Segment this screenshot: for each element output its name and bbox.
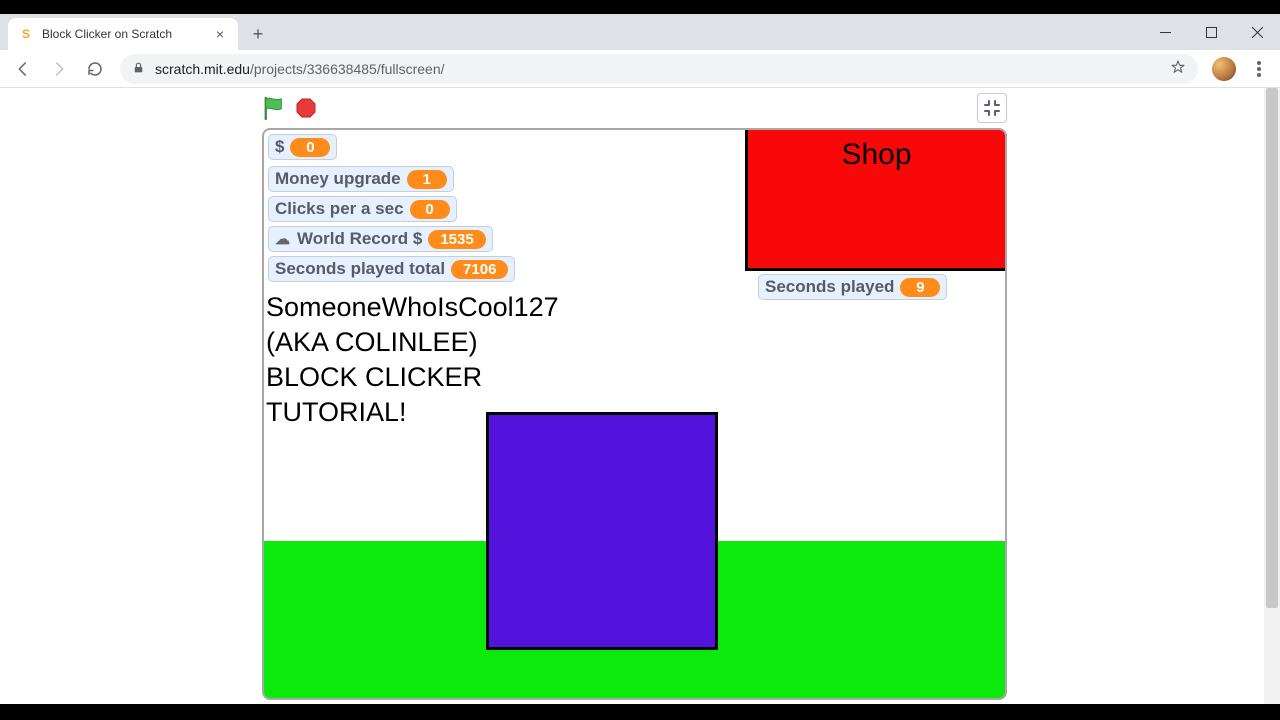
lock-icon — [132, 61, 145, 77]
url-text: scratch.mit.edu/projects/336638485/fulls… — [155, 61, 445, 77]
tab-title: Block Clicker on Scratch — [42, 27, 212, 41]
reload-button[interactable] — [78, 54, 112, 84]
browser-tab[interactable]: S Block Clicker on Scratch × — [8, 18, 238, 50]
profile-avatar[interactable] — [1212, 57, 1236, 81]
close-window-button[interactable] — [1234, 17, 1280, 47]
browser-menu-button[interactable] — [1244, 61, 1274, 77]
monitor-clicks-per-sec[interactable]: Clicks per a sec 0 — [268, 196, 457, 222]
forward-button[interactable] — [42, 54, 76, 84]
monitor-money-upgrade[interactable]: Money upgrade 1 — [268, 166, 454, 192]
bookmark-star-icon[interactable] — [1170, 59, 1186, 78]
close-tab-icon[interactable]: × — [212, 26, 228, 42]
new-tab-button[interactable]: + — [244, 20, 272, 48]
address-bar[interactable]: scratch.mit.edu/projects/336638485/fulls… — [120, 54, 1198, 84]
green-flag-button[interactable] — [262, 96, 286, 120]
scrollbar-thumb[interactable] — [1266, 88, 1278, 608]
tutorial-text: SomeoneWhoIsCool127 (AKA COLINLEE) BLOCK… — [266, 290, 559, 430]
stop-button[interactable] — [294, 96, 318, 120]
exit-fullscreen-button[interactable] — [977, 93, 1007, 123]
browser-toolbar: scratch.mit.edu/projects/336638485/fulls… — [0, 50, 1280, 88]
shop-label: Shop — [841, 138, 911, 268]
tab-strip: S Block Clicker on Scratch × + — [0, 14, 1280, 50]
scratch-favicon-icon: S — [18, 26, 34, 42]
maximize-button[interactable] — [1188, 17, 1234, 47]
page-viewport: Shop SomeoneWhoIsCool127 (AKA COLINLEE) … — [0, 88, 1280, 704]
scratch-stage: Shop SomeoneWhoIsCool127 (AKA COLINLEE) … — [262, 128, 1007, 700]
cloud-icon: ☁ — [275, 230, 290, 248]
scratch-player-controls — [262, 94, 1007, 122]
browser-window: S Block Clicker on Scratch × + — [0, 14, 1280, 704]
shop-button[interactable]: Shop — [745, 130, 1005, 271]
monitor-seconds-played[interactable]: Seconds played 9 — [758, 274, 947, 300]
monitor-money[interactable]: $ 0 — [268, 134, 337, 160]
monitor-world-record[interactable]: ☁ World Record $ 1535 — [268, 226, 493, 252]
monitor-seconds-total[interactable]: Seconds played total 7106 — [268, 256, 515, 282]
minimize-button[interactable] — [1142, 17, 1188, 47]
clicker-block[interactable] — [486, 412, 718, 650]
back-button[interactable] — [6, 54, 40, 84]
vertical-scrollbar[interactable] — [1264, 88, 1280, 704]
